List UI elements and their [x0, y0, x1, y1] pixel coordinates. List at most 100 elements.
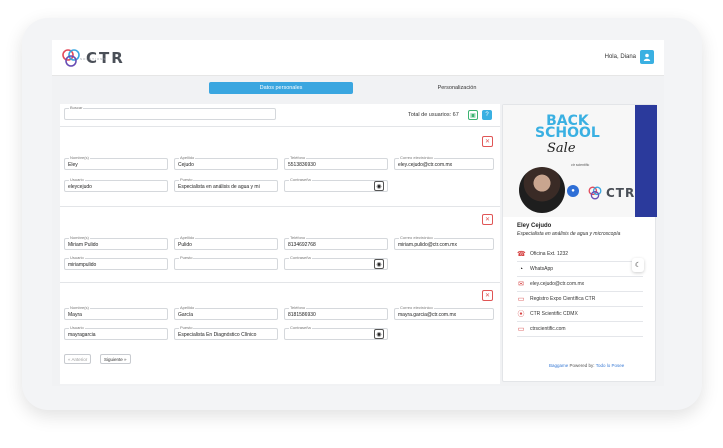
divider [60, 206, 500, 207]
correo-field[interactable]: Correo electrónico eley.cejudo@ctr.com.mx [394, 155, 494, 170]
nombre-field[interactable]: Nombre(s) Mayra [64, 305, 168, 320]
password-field[interactable]: Contraseña ◉ [284, 177, 388, 192]
field-label: Usuario [69, 177, 85, 182]
banner-line-school: SCHOOL [535, 125, 600, 141]
telefono-field[interactable]: Teléfono 8181586930 [284, 305, 388, 320]
correo-field[interactable]: Correo electrónico miriam.pulido@ctr.com.… [394, 235, 494, 250]
top-header: CTR SOLUTIONS Hola, Diana [52, 40, 664, 76]
field-label: Correo electrónico [399, 235, 434, 240]
telefono-field[interactable]: Teléfono 5513836930 [284, 155, 388, 170]
tab-datos-personales[interactable]: Datos personales [209, 82, 353, 94]
field-label: Correo electrónico [399, 305, 434, 310]
usuario-field[interactable]: Usuario miriampulido [64, 255, 168, 270]
card-logo-text: CTR [606, 186, 636, 200]
field-value: Pulido [178, 242, 192, 248]
delete-user-button[interactable]: ✕ [482, 136, 493, 147]
footer-brand[interactable]: Baggame [549, 363, 568, 368]
laptop-icon: ▭ [517, 326, 525, 333]
eye-icon[interactable]: ◉ [374, 181, 384, 191]
puesto-field[interactable]: Puesto [174, 255, 278, 270]
delete-user-button[interactable]: ✕ [482, 214, 493, 225]
field-label: Usuario [69, 255, 85, 260]
tab-personalizacion[interactable]: Personalización [386, 82, 528, 94]
password-field[interactable]: Contraseña ◉ [284, 255, 388, 270]
contact-text: CTR Scientific CDMX [530, 311, 578, 317]
field-label: Contraseña [289, 325, 312, 330]
search-label: Buscar [69, 105, 84, 110]
telefono-field[interactable]: Teléfono 8134692768 [284, 235, 388, 250]
nombre-field[interactable]: Nombre(s) Eley [64, 155, 168, 170]
puesto-field[interactable]: Puesto Especialista en análisis de agua y… [174, 177, 278, 192]
user-greeting: Hola, Diana [604, 54, 636, 60]
laptop-icon: ▭ [517, 296, 525, 303]
contact-item-whatsapp[interactable]: ◔ WhatsApp [517, 262, 643, 277]
contact-item-mail[interactable]: ✉ eley.cejudo@ctr.com.mx [517, 277, 643, 292]
field-value: eleycejudo [68, 184, 92, 190]
contact-item-phone[interactable]: ☎ Oficina Ext. 1232 [517, 247, 643, 262]
profile-card-preview: BACK SCHOOL Sale ctr scientific ● CTR El… [502, 104, 657, 382]
correo-field[interactable]: Correo electrónico mayra.garcia@ctr.com.m… [394, 305, 494, 320]
user-menu[interactable]: Hola, Diana [605, 50, 654, 64]
field-value: Especialista En Diagnóstico Clínico [178, 332, 257, 338]
location-icon: ⦿ [517, 311, 525, 318]
banner-title: BACK SCHOOL [535, 114, 600, 141]
field-value: Especialista en análisis de agua y mi [178, 184, 260, 190]
moon-icon[interactable]: ☾ [632, 258, 644, 272]
total-users: Total de usuarios: 67 [408, 112, 459, 118]
profile-name: Eley Cejudo [517, 223, 552, 229]
user-icon[interactable] [640, 50, 654, 64]
puesto-field[interactable]: Puesto Especialista En Diagnóstico Clínic… [174, 325, 278, 340]
ctr-logo-icon [588, 186, 602, 200]
field-value: Miriam Pulido [68, 242, 99, 248]
footer-link[interactable]: Todo lo Posee [596, 363, 625, 368]
field-label: Teléfono [289, 305, 307, 310]
camera-icon[interactable]: ● [567, 185, 579, 197]
prev-page-button[interactable]: « Anterior [64, 354, 92, 364]
app-window: CTR SOLUTIONS Hola, Diana Datos personal… [52, 40, 664, 386]
save-icon[interactable]: ▣ [468, 110, 478, 120]
users-panel: Buscar Total de usuarios: 67 ▣ ? ✕ Nombr… [60, 104, 500, 384]
apellido-field[interactable]: Apellido Cejudo [174, 155, 278, 170]
banner-sale: Sale [547, 141, 576, 156]
field-label: Apellido [179, 155, 196, 160]
usuario-field[interactable]: Usuario eleycejudo [64, 177, 168, 192]
field-label: Apellido [179, 305, 196, 310]
field-value: Mayra [68, 312, 82, 318]
mail-icon: ✉ [518, 281, 524, 288]
whatsapp-icon: ◔ [518, 265, 524, 273]
field-label: Puesto [179, 255, 194, 260]
contact-text: Oficina Ext. 1232 [530, 251, 569, 257]
contact-item-location[interactable]: ⦿ CTR Scientific CDMX [517, 307, 643, 322]
footer-text: Powered by: [569, 363, 595, 368]
field-label: Teléfono [289, 235, 307, 240]
help-icon[interactable]: ? [482, 110, 492, 120]
field-value: Eley [68, 162, 78, 168]
divider [60, 126, 500, 127]
next-page-button[interactable]: Siguiente » [100, 354, 131, 364]
banner-stripe [635, 105, 657, 217]
eye-icon[interactable]: ◉ [374, 329, 384, 339]
contact-text: WhatsApp [530, 266, 554, 272]
field-label: Contraseña [289, 255, 312, 260]
contact-text: Registro Expo Científica CTR [530, 296, 596, 302]
apellido-field[interactable]: Apellido Pulido [174, 235, 278, 250]
search-input[interactable]: Buscar [64, 105, 276, 120]
field-value: miriam.pulido@ctr.com.mx [398, 242, 457, 248]
contact-item-website[interactable]: ▭ ctrscientific.com [517, 322, 643, 337]
phone-icon: ☎ [517, 251, 526, 258]
field-label: Nombre(s) [69, 305, 90, 310]
delete-user-button[interactable]: ✕ [482, 290, 493, 301]
field-label: Teléfono [289, 155, 307, 160]
field-value: 8181586930 [288, 312, 316, 318]
usuario-field[interactable]: Usuario mayragarcia [64, 325, 168, 340]
field-value: García [178, 312, 194, 318]
contact-item-registro[interactable]: ▭ Registro Expo Científica CTR [517, 292, 643, 307]
eye-icon[interactable]: ◉ [374, 259, 384, 269]
nombre-field[interactable]: Nombre(s) Miriam Pulido [64, 235, 168, 250]
apellido-field[interactable]: Apellido García [174, 305, 278, 320]
profile-banner: BACK SCHOOL Sale ctr scientific ● CTR [503, 105, 657, 217]
field-label: Contraseña [289, 177, 312, 182]
tab-bar: Datos personales Personalización [209, 82, 527, 94]
field-value: mayra.garcia@ctr.com.mx [398, 312, 457, 318]
password-field[interactable]: Contraseña ◉ [284, 325, 388, 340]
